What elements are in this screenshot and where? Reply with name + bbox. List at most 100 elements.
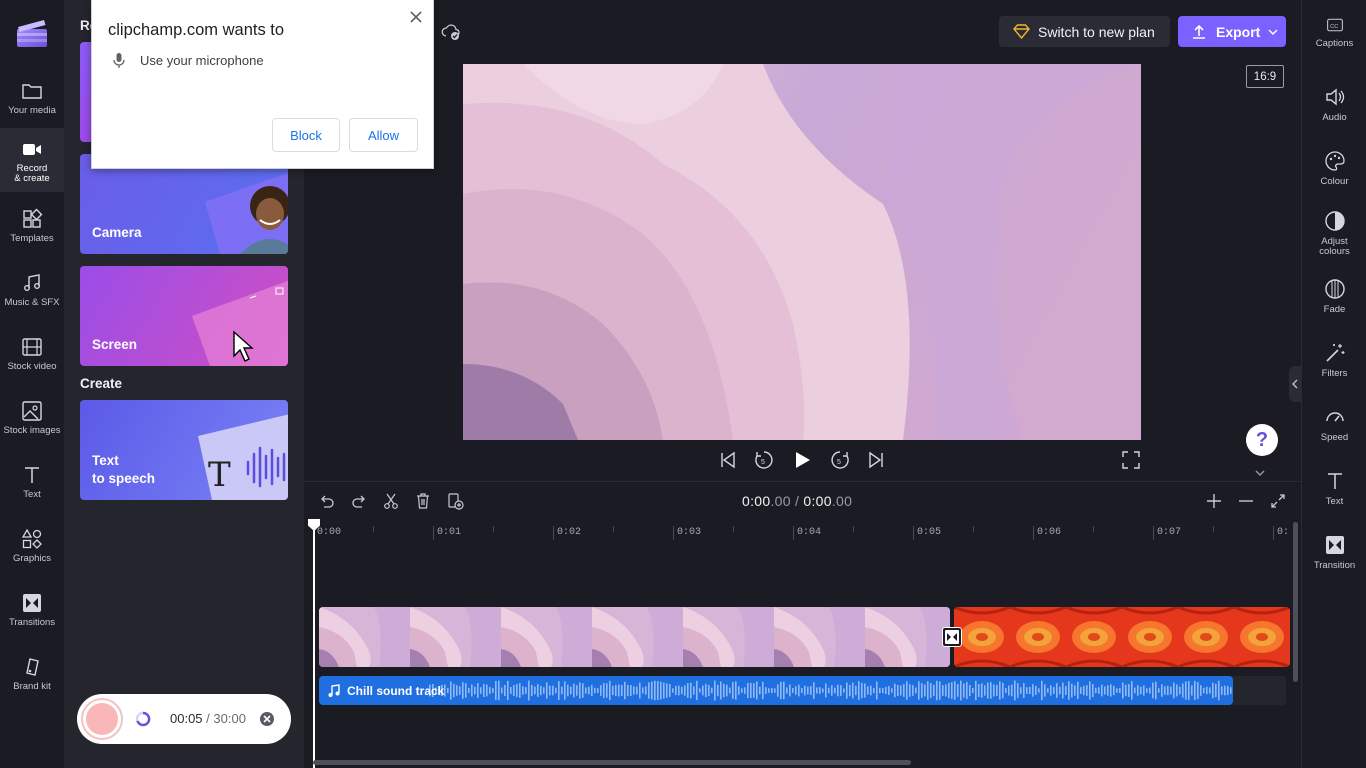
skip-to-start-icon[interactable] <box>717 449 739 471</box>
waveform-bar <box>576 685 578 696</box>
block-button[interactable]: Block <box>272 118 340 152</box>
nav-music-sfx[interactable]: Music & SFX <box>0 262 64 324</box>
prop-speed[interactable]: Speed <box>1302 406 1366 443</box>
add-to-timeline-icon[interactable] <box>446 492 464 510</box>
waveform-bar <box>498 680 500 701</box>
waveform-bar <box>795 686 797 695</box>
video-clip-orange-swirl[interactable] <box>954 607 1290 667</box>
playhead[interactable] <box>313 520 315 768</box>
prop-filters[interactable]: Filters <box>1302 342 1366 379</box>
ruler-tick <box>793 526 794 540</box>
nav-record-create[interactable]: Record & create <box>0 128 64 192</box>
clipchamp-logo-icon[interactable] <box>16 18 48 48</box>
ruler-label: 0:00 <box>317 527 342 538</box>
waveform-bar <box>678 685 680 696</box>
waveform-bar <box>555 687 557 694</box>
prop-captions[interactable]: CC Captions <box>1302 16 1366 49</box>
prop-colour[interactable]: Colour <box>1302 150 1366 187</box>
waveform-bar <box>633 686 635 695</box>
magic-wand-icon <box>1325 344 1344 362</box>
waveform-bar <box>954 681 956 700</box>
ruler-label: 0:04 <box>797 527 822 538</box>
play-icon[interactable] <box>791 449 813 471</box>
zoom-to-fit-icon[interactable] <box>1269 492 1287 510</box>
card-screen[interactable]: Screen <box>80 266 288 366</box>
waveform-bar <box>1191 685 1193 696</box>
waveform-bar <box>477 683 479 698</box>
waveform-bar <box>534 686 536 695</box>
video-preview[interactable] <box>463 64 1141 440</box>
transition-icon <box>23 594 41 612</box>
waveform-bar <box>1143 685 1145 696</box>
waveform-bar <box>1179 686 1181 695</box>
waveform-bar <box>852 682 854 699</box>
waveform-bar <box>783 681 785 700</box>
waveform-bar <box>837 684 839 697</box>
waveform-bar <box>1158 688 1160 693</box>
waveform-bar <box>543 687 545 694</box>
prop-transition[interactable]: Transition <box>1302 534 1366 571</box>
chevron-down-icon[interactable] <box>1251 467 1269 479</box>
card-camera[interactable]: Camera <box>80 154 288 254</box>
zoom-in-icon[interactable] <box>1205 492 1223 510</box>
waveform-bar <box>528 680 530 701</box>
waveform-bar <box>1047 688 1049 693</box>
export-button[interactable]: Export <box>1178 16 1286 47</box>
help-button[interactable]: ? <box>1246 424 1278 456</box>
redo-icon[interactable] <box>350 492 368 510</box>
skip-to-end-icon[interactable] <box>865 449 887 471</box>
waveform-bar <box>1200 685 1202 696</box>
zoom-out-icon[interactable] <box>1237 492 1255 510</box>
waveform-bar <box>663 682 665 699</box>
split-scissors-icon[interactable] <box>382 492 400 510</box>
transition-marker[interactable] <box>942 627 962 647</box>
nav-templates[interactable]: Templates <box>0 198 64 260</box>
waveform-bar <box>942 685 944 696</box>
waveform-bar <box>651 681 653 700</box>
nav-brand-kit[interactable]: Brand kit <box>0 646 64 708</box>
card-text-to-speech[interactable]: T Text to speech <box>80 400 288 500</box>
audio-clip-chill-sound-track[interactable]: Chill sound track <box>319 676 1233 705</box>
prop-fade[interactable]: Fade <box>1302 278 1366 315</box>
waveform-bar <box>501 687 503 694</box>
speaker-icon <box>1325 88 1344 106</box>
nav-stock-images[interactable]: Stock images <box>0 390 64 452</box>
nav-text[interactable]: Text <box>0 454 64 516</box>
nav-stock-video[interactable]: Stock video <box>0 326 64 388</box>
palette-icon <box>1324 151 1345 171</box>
prop-audio[interactable]: Audio <box>1302 86 1366 123</box>
video-clip-pink-wave[interactable] <box>319 607 950 667</box>
switch-plan-button[interactable]: Switch to new plan <box>999 16 1170 47</box>
waveform-bar <box>699 688 701 693</box>
waveform-bar <box>741 688 743 693</box>
nav-graphics[interactable]: Graphics <box>0 518 64 580</box>
cloud-saved-icon[interactable] <box>441 22 461 42</box>
waveform-bar <box>480 687 482 694</box>
forward-5s-icon[interactable]: 5 <box>829 449 851 471</box>
timeline-horizontal-scrollbar[interactable] <box>313 760 911 765</box>
text-icon <box>1327 473 1342 489</box>
nav-transitions[interactable]: Transitions <box>0 582 64 644</box>
waveform-bar <box>597 688 599 693</box>
waveform-bar <box>1227 685 1229 696</box>
close-recording-icon[interactable] <box>259 711 275 727</box>
waveform-bar <box>564 681 566 700</box>
rewind-5s-icon[interactable]: 5 <box>753 449 775 471</box>
allow-button[interactable]: Allow <box>349 118 418 152</box>
aspect-ratio-button[interactable]: 16:9 <box>1246 65 1284 88</box>
undo-icon[interactable] <box>318 492 336 510</box>
waveform-bar <box>744 687 746 694</box>
contrast-icon <box>1324 211 1345 231</box>
close-icon[interactable] <box>409 10 423 24</box>
folder-icon <box>22 84 42 99</box>
prop-text[interactable]: Text <box>1302 470 1366 507</box>
prop-adjust-colours[interactable]: Adjust colours <box>1302 210 1366 257</box>
collapse-properties-tab[interactable] <box>1289 366 1301 402</box>
fullscreen-icon[interactable] <box>1120 449 1142 471</box>
waveform-bar <box>1029 686 1031 695</box>
timeline-vertical-scrollbar[interactable] <box>1293 522 1298 682</box>
delete-trash-icon[interactable] <box>414 492 432 510</box>
waveform-bar <box>894 683 896 698</box>
nav-your-media[interactable]: Your media <box>0 70 64 132</box>
stop-recording-button[interactable] <box>81 698 123 740</box>
